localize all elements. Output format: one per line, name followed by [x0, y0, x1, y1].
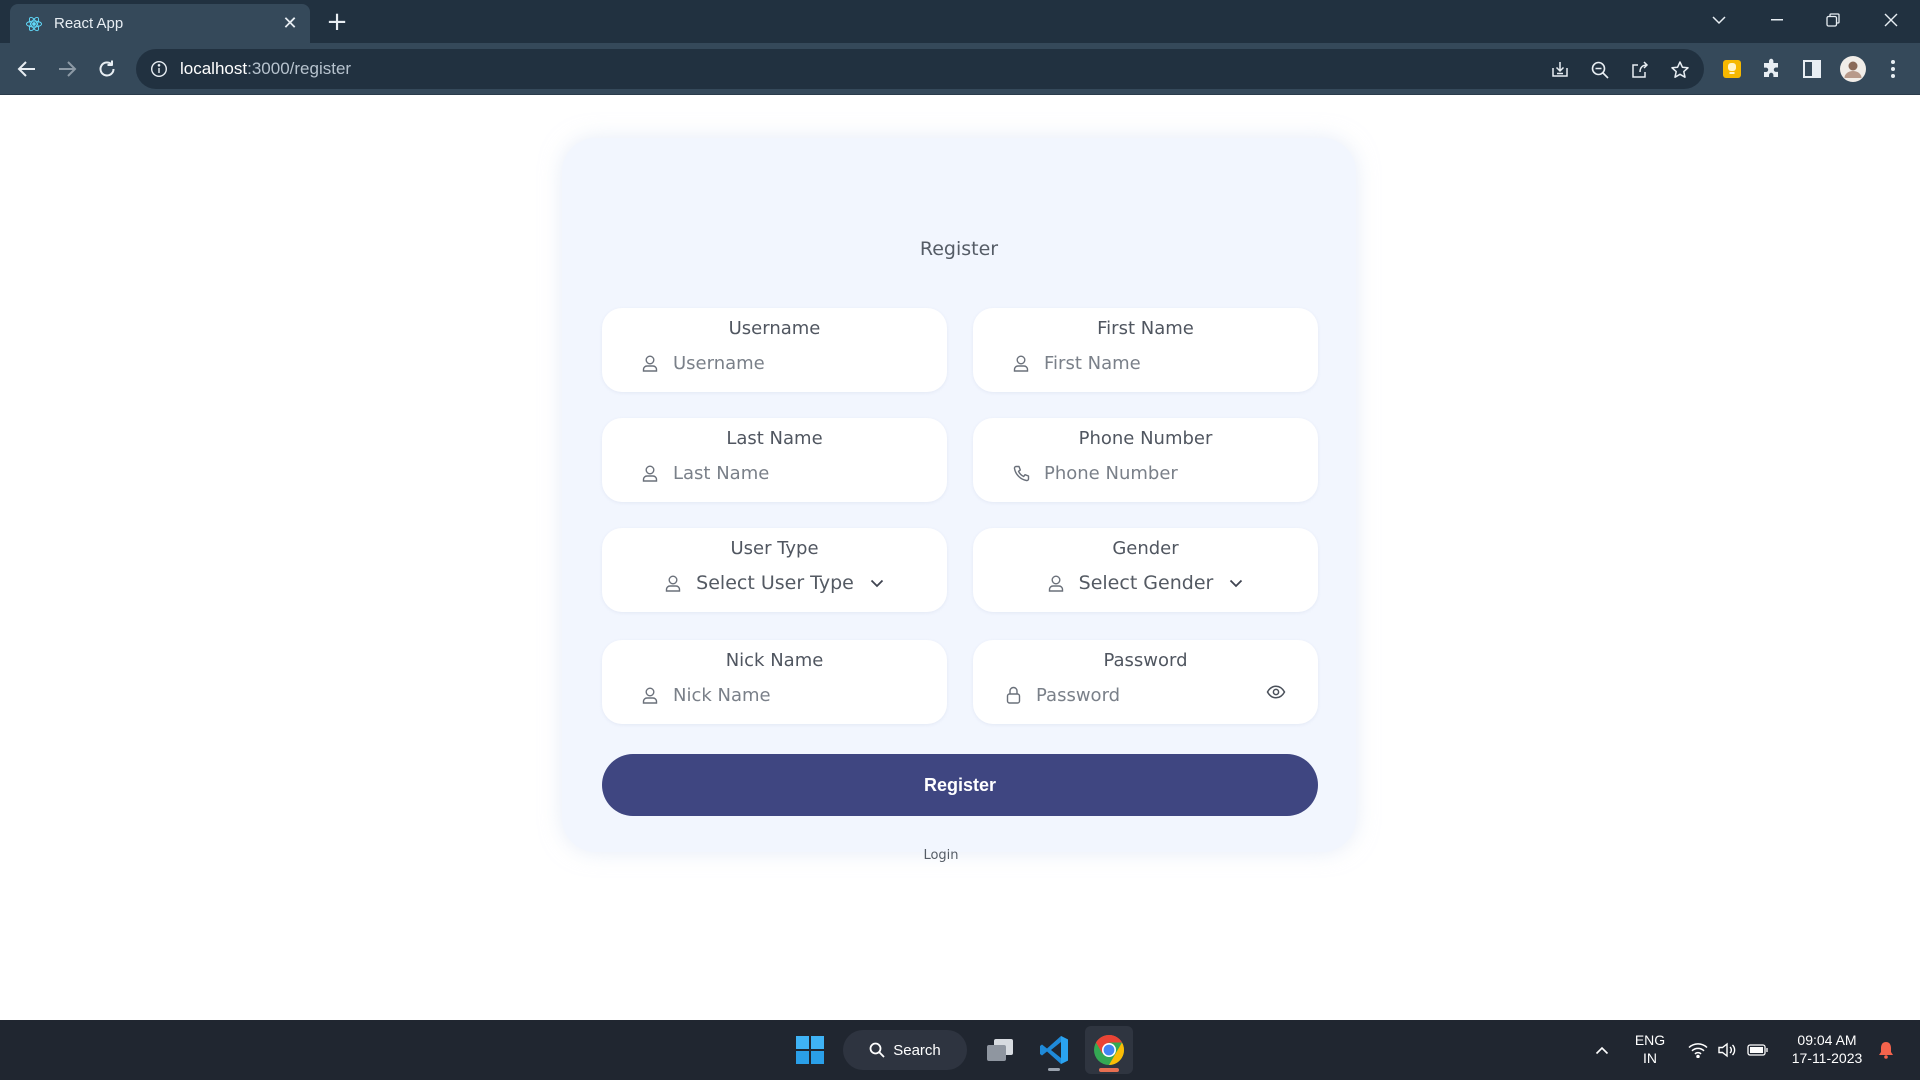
react-logo-icon — [24, 14, 44, 34]
user-icon — [1046, 573, 1066, 593]
restore-button[interactable] — [1810, 0, 1856, 40]
tray-overflow-chevron-icon[interactable] — [1578, 1026, 1626, 1074]
nick-name-input[interactable]: Nick Name — [673, 685, 771, 706]
wifi-icon[interactable] — [1686, 1026, 1710, 1074]
extension-keep-icon[interactable] — [1719, 56, 1745, 82]
browser-toolbar: localhost:3000/register — [0, 43, 1920, 95]
register-heading: Register — [562, 238, 1356, 260]
user-icon — [1011, 353, 1031, 373]
login-link-row: Login — [562, 844, 1356, 863]
user-icon — [640, 353, 660, 373]
tab-title: React App — [54, 15, 124, 32]
search-icon — [869, 1042, 885, 1058]
register-card: Register Username Username First Name Fi… — [562, 138, 1356, 863]
zoom-icon[interactable] — [1589, 59, 1611, 81]
login-link[interactable]: Login — [923, 848, 958, 863]
clock[interactable]: 09:04 AM 17-11-2023 — [1782, 1031, 1872, 1067]
first-name-input[interactable]: First Name — [1044, 353, 1141, 374]
page-viewport: Register Username Username First Name Fi… — [0, 96, 1920, 1020]
reload-button[interactable] — [92, 54, 122, 84]
chrome-menu-icon[interactable] — [1880, 56, 1906, 82]
app-open-indicator — [1048, 1068, 1060, 1071]
nick-name-field[interactable]: Nick Name Nick Name — [602, 640, 947, 724]
last-name-label: Last Name — [726, 428, 823, 449]
user-icon — [640, 685, 660, 705]
extensions-puzzle-icon[interactable] — [1759, 56, 1785, 82]
user-type-label: User Type — [730, 538, 819, 559]
windows-taskbar: Search ENG IN 09:04 AM 17-11-2023 — [0, 1020, 1920, 1080]
user-icon — [640, 463, 660, 483]
gender-select[interactable]: Select Gender — [973, 570, 1318, 596]
url-text: localhost:3000/register — [180, 59, 351, 79]
browser-tab-strip: React App ✕ + — [0, 0, 1920, 43]
tab-close-icon[interactable]: ✕ — [278, 12, 302, 36]
user-type-selected: Select User Type — [696, 572, 854, 594]
nick-name-label: Nick Name — [725, 650, 824, 671]
app-active-indicator — [1099, 1068, 1119, 1072]
clock-date: 17-11-2023 — [1791, 1050, 1863, 1066]
close-window-button[interactable] — [1868, 0, 1914, 40]
windows-start-icon[interactable] — [786, 1026, 834, 1074]
password-label: Password — [1103, 650, 1188, 671]
url-host: localhost — [180, 59, 248, 78]
language-indicator[interactable]: ENG IN — [1628, 1031, 1672, 1067]
clock-time: 09:04 AM — [1797, 1032, 1857, 1048]
user-icon — [663, 573, 683, 593]
register-button[interactable]: Register — [602, 754, 1318, 816]
taskbar-search-label: Search — [893, 1041, 941, 1059]
username-input[interactable]: Username — [673, 353, 765, 374]
phone-icon — [1011, 463, 1031, 483]
username-label: Username — [728, 318, 821, 339]
first-name-label: First Name — [1097, 318, 1194, 339]
last-name-input[interactable]: Last Name — [673, 463, 769, 484]
gender-field[interactable]: Gender Select Gender — [973, 528, 1318, 612]
register-title-text: Register — [919, 238, 999, 260]
lock-icon — [1003, 685, 1023, 705]
username-field[interactable]: Username Username — [602, 308, 947, 392]
chrome-taskbar-icon[interactable] — [1085, 1026, 1133, 1074]
phone-number-input[interactable]: Phone Number — [1044, 463, 1178, 484]
user-type-field[interactable]: User Type Select User Type — [602, 528, 947, 612]
volume-icon[interactable] — [1715, 1026, 1739, 1074]
chevron-down-icon — [1227, 574, 1245, 592]
tab-react-app[interactable]: React App ✕ — [10, 4, 310, 43]
phone-number-field[interactable]: Phone Number Phone Number — [973, 418, 1318, 502]
vscode-icon[interactable] — [1030, 1026, 1078, 1074]
password-input[interactable]: Password — [1036, 685, 1120, 706]
last-name-field[interactable]: Last Name Last Name — [602, 418, 947, 502]
side-panel-icon[interactable] — [1799, 56, 1825, 82]
profile-avatar[interactable] — [1840, 56, 1866, 82]
gender-selected: Select Gender — [1078, 572, 1214, 594]
url-path: :3000/register — [247, 59, 352, 78]
password-field[interactable]: Password Password — [973, 640, 1318, 724]
install-app-icon[interactable] — [1549, 59, 1571, 81]
taskbar-search-button[interactable]: Search — [843, 1030, 967, 1070]
site-info-icon[interactable] — [150, 60, 168, 78]
address-bar[interactable]: localhost:3000/register — [136, 49, 1704, 89]
gender-label: Gender — [1112, 538, 1179, 559]
language-code: ENG — [1634, 1032, 1666, 1048]
forward-button[interactable] — [52, 54, 82, 84]
bookmark-star-icon[interactable] — [1669, 59, 1691, 81]
user-type-select[interactable]: Select User Type — [602, 570, 947, 596]
first-name-field[interactable]: First Name First Name — [973, 308, 1318, 392]
minimize-button[interactable] — [1754, 0, 1800, 40]
back-button[interactable] — [12, 54, 42, 84]
notification-bell-icon[interactable] — [1874, 1026, 1898, 1074]
chevron-down-icon — [868, 574, 886, 592]
task-view-icon[interactable] — [976, 1026, 1024, 1074]
new-tab-button[interactable]: + — [322, 7, 352, 37]
show-password-eye-icon[interactable] — [1266, 684, 1288, 702]
phone-number-label: Phone Number — [1078, 428, 1213, 449]
battery-icon[interactable] — [1745, 1026, 1771, 1074]
tab-search-chevron-icon[interactable] — [1696, 0, 1742, 40]
region-code: IN — [1643, 1050, 1657, 1066]
share-icon[interactable] — [1629, 59, 1651, 81]
